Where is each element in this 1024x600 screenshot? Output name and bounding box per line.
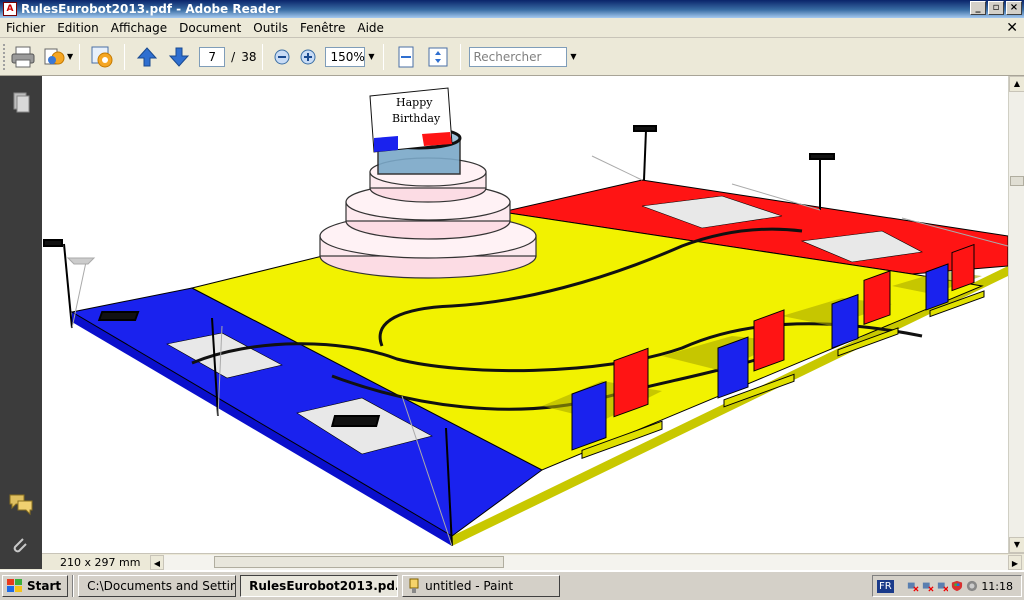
task-adobe-reader[interactable]: RulesEurobot2013.pd... <box>240 575 399 597</box>
page-up-icon[interactable] <box>133 43 161 71</box>
zoom-out-icon[interactable] <box>271 43 293 71</box>
share-icon[interactable] <box>41 43 69 71</box>
document-view[interactable]: Happy Birthday <box>42 76 1008 553</box>
zoom-field[interactable]: 150% <box>325 46 366 67</box>
page-number-input[interactable]: 7 <box>199 46 226 67</box>
status-bar: 210 x 297 mm ◀ ▶ <box>42 553 1024 570</box>
page-separator: / <box>231 49 236 64</box>
paint-icon <box>409 578 419 593</box>
horizontal-scrollbar[interactable]: ◀ ▶ <box>150 555 1022 570</box>
menu-document[interactable]: Document <box>173 21 247 35</box>
menu-edition[interactable]: Edition <box>51 21 105 35</box>
page-total: 38 <box>241 49 257 64</box>
page-down-icon[interactable] <box>165 43 193 71</box>
zoom-dropdown-icon[interactable]: ▼ <box>365 47 377 67</box>
menu-affichage[interactable]: Affichage <box>105 21 173 35</box>
zoom-in-icon[interactable] <box>297 43 319 71</box>
menu-fenetre[interactable]: Fenêtre <box>294 21 351 35</box>
network-icon[interactable] <box>907 579 919 593</box>
network-disconnected-icon[interactable] <box>922 579 934 593</box>
minimize-icon[interactable]: _ <box>970 1 986 15</box>
task-adobe-label: RulesEurobot2013.pd... <box>249 579 399 593</box>
page-size-label: 210 x 297 mm <box>60 555 141 569</box>
comments-icon[interactable] <box>8 492 33 516</box>
vertical-scroll-thumb[interactable] <box>1010 176 1024 186</box>
task-explorer[interactable]: C:\Documents and Settin... <box>78 575 237 597</box>
full-screen-icon[interactable] <box>424 43 452 71</box>
task-paint[interactable]: untitled - Paint <box>402 575 561 597</box>
cake-text-line1: Happy <box>396 96 433 109</box>
pdf-icon: A <box>3 2 17 16</box>
start-button[interactable]: Start <box>2 575 69 597</box>
document-close-icon[interactable]: ✕ <box>1006 20 1018 36</box>
menu-aide[interactable]: Aide <box>351 21 390 35</box>
window-title: RulesEurobot2013.pdf - Adobe Reader <box>21 2 281 16</box>
attachments-icon[interactable] <box>8 534 32 558</box>
menu-bar: Fichier Edition Affichage Document Outil… <box>0 18 1024 38</box>
title-bar: A RulesEurobot2013.pdf - Adobe Reader _ … <box>0 0 1024 18</box>
eurobot-board-illustration: Happy Birthday <box>43 87 1008 547</box>
search-input[interactable]: Rechercher <box>469 46 568 67</box>
scroll-left-icon[interactable]: ◀ <box>150 555 164 570</box>
language-indicator[interactable]: FR <box>877 579 894 593</box>
collaborate-icon[interactable] <box>88 43 116 71</box>
system-tray: FR 11:18 <box>872 575 1022 597</box>
print-icon[interactable] <box>9 43 37 71</box>
horizontal-scroll-thumb[interactable] <box>214 556 504 568</box>
fit-width-icon[interactable] <box>392 43 420 71</box>
task-paint-label: untitled - Paint <box>425 579 514 593</box>
toolbar-grip[interactable] <box>3 43 7 70</box>
scroll-down-icon[interactable]: ▼ <box>1009 537 1024 553</box>
navigation-panel <box>0 76 42 569</box>
vertical-scrollbar[interactable]: ▲ ▼ <box>1008 76 1024 553</box>
cake-text-line2: Birthday <box>392 112 441 125</box>
scroll-right-icon[interactable]: ▶ <box>1008 555 1022 570</box>
toolbar: ▼ 7 / 38 150% ▼ Rechercher ▼ <box>0 38 1024 76</box>
close-icon[interactable]: × <box>1006 1 1022 15</box>
windows-logo-icon <box>7 579 22 592</box>
start-label: Start <box>27 579 62 593</box>
menu-fichier[interactable]: Fichier <box>0 21 51 35</box>
menu-outils[interactable]: Outils <box>247 21 294 35</box>
task-explorer-label: C:\Documents and Settin... <box>87 579 237 593</box>
clock: 11:18 <box>981 579 1014 593</box>
taskbar: Start C:\Documents and Settin... RulesEu… <box>0 570 1024 600</box>
search-dropdown-icon[interactable]: ▼ <box>567 47 579 67</box>
antivirus-icon[interactable] <box>966 579 978 593</box>
network-disconnected-2-icon[interactable] <box>937 579 949 593</box>
security-shield-icon[interactable] <box>951 579 963 593</box>
scroll-up-icon[interactable]: ▲ <box>1009 76 1024 92</box>
pages-icon[interactable] <box>8 90 32 114</box>
maximize-icon[interactable]: ▫ <box>988 1 1004 15</box>
